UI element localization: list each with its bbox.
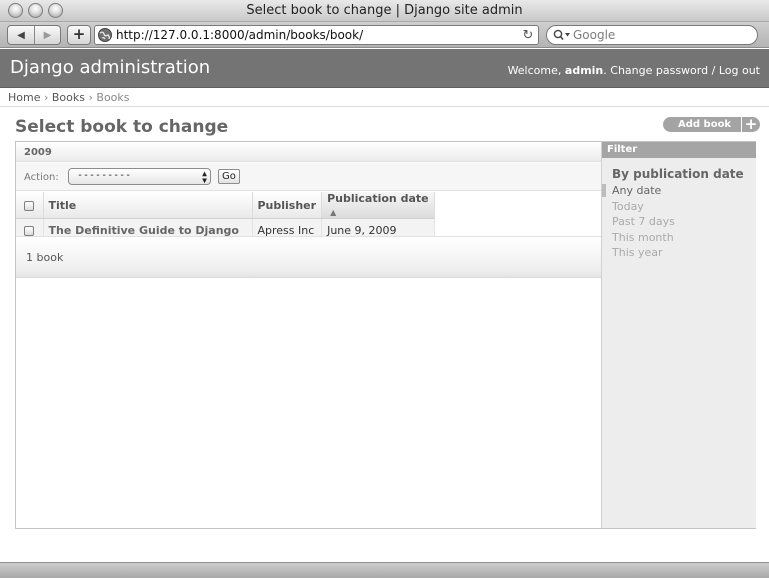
- filter-option-this-year[interactable]: This year: [602, 245, 756, 261]
- change-password-link[interactable]: Change password: [610, 64, 708, 77]
- browser-toolbar: ◀ ▶ + ↻: [0, 22, 769, 48]
- user-tools-separator: /: [711, 64, 716, 77]
- go-button[interactable]: Go: [218, 169, 240, 184]
- forward-arrow-icon: ▶: [43, 29, 52, 41]
- back-button[interactable]: ◀: [8, 26, 34, 44]
- window-title: Select book to change | Django site admi…: [246, 3, 523, 18]
- changelist: 2009 Action: --------- ▲ ▼ Go Title Publi…: [15, 141, 756, 529]
- filter-option-today[interactable]: Today: [602, 199, 756, 215]
- action-select-value: ---------: [77, 170, 132, 181]
- welcome-text: Welcome,: [507, 64, 562, 77]
- address-bar: ↻: [94, 25, 539, 45]
- logout-link[interactable]: Log out: [719, 64, 760, 77]
- browser-status-bar: [0, 562, 769, 578]
- column-header-label: Publication date: [327, 192, 429, 205]
- site-branding: Django administration: [10, 57, 211, 78]
- result-list: Title Publisher Publication date ▲ The D…: [16, 192, 436, 242]
- page-title: Select book to change: [15, 117, 229, 137]
- filter-options: Any date Today Past 7 days This month Th…: [602, 183, 756, 261]
- add-book-label: Add book: [663, 117, 742, 132]
- user-tools: Welcome, admin. Change password / Log ou…: [507, 64, 760, 77]
- window-titlebar: Select book to change | Django site admi…: [0, 0, 769, 22]
- filter-option-any-date[interactable]: Any date: [602, 183, 756, 199]
- select-all-checkbox[interactable]: [24, 200, 35, 211]
- filter-panel: Filter By publication date Any date Toda…: [601, 142, 756, 528]
- book-title-link[interactable]: The Definitive Guide to Django: [49, 224, 240, 237]
- search-icon[interactable]: [553, 29, 571, 41]
- url-input[interactable]: [113, 28, 518, 42]
- column-header-label: Publisher: [257, 198, 317, 212]
- column-header-label: Title: [48, 198, 77, 212]
- filter-title: Filter: [602, 142, 756, 158]
- back-arrow-icon: ◀: [17, 29, 25, 41]
- paginator: 1 book: [16, 236, 601, 278]
- sort-ascending-icon: ▲: [330, 208, 337, 217]
- site-header: Django administration Welcome, admin. Ch…: [0, 49, 769, 88]
- column-header-publication-date[interactable]: Publication date ▲: [321, 192, 436, 219]
- nav-button-group: ◀ ▶: [7, 25, 61, 45]
- breadcrumb-separator: ›: [88, 91, 93, 104]
- select-all-header: [16, 192, 44, 219]
- select-arrows-icon: ▲ ▼: [202, 168, 207, 185]
- action-select[interactable]: --------- ▲ ▼: [68, 168, 211, 185]
- breadcrumb-books-app[interactable]: Books: [52, 91, 85, 104]
- date-hierarchy-year-link[interactable]: 2009: [24, 147, 52, 158]
- search-input[interactable]: [571, 28, 757, 42]
- globe-icon: [98, 28, 112, 42]
- column-header-publisher[interactable]: Publisher: [252, 192, 323, 219]
- add-icon: +: [742, 117, 761, 132]
- forward-button[interactable]: ▶: [33, 26, 60, 44]
- breadcrumb: Home › Books › Books: [0, 88, 769, 107]
- add-bookmark-button[interactable]: +: [67, 25, 91, 45]
- date-hierarchy: 2009: [16, 142, 601, 162]
- row-checkbox[interactable]: [24, 225, 35, 236]
- search-box: [546, 25, 758, 45]
- filter-option-this-month[interactable]: This month: [602, 230, 756, 246]
- breadcrumb-home[interactable]: Home: [8, 91, 40, 104]
- filter-heading: By publication date: [612, 167, 744, 181]
- actions-bar: Action: --------- ▲ ▼ Go: [16, 163, 601, 191]
- breadcrumb-separator: ›: [43, 91, 49, 104]
- username: admin: [564, 64, 604, 77]
- action-label: Action:: [24, 172, 59, 183]
- filter-option-past-7-days[interactable]: Past 7 days: [602, 214, 756, 230]
- reload-icon[interactable]: ↻: [518, 28, 538, 43]
- add-book-button[interactable]: Add book +: [663, 117, 761, 132]
- plus-icon: +: [72, 25, 86, 43]
- table-header-row: Title Publisher Publication date ▲: [16, 192, 436, 219]
- breadcrumb-current: Books: [96, 91, 130, 104]
- column-header-title[interactable]: Title: [43, 192, 253, 219]
